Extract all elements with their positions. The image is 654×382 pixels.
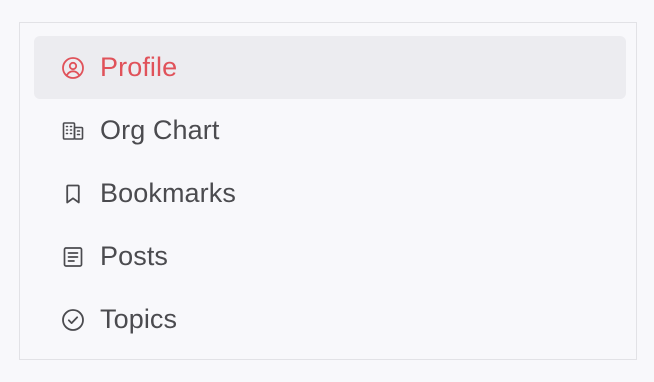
- nav-item-label: Org Chart: [100, 115, 220, 145]
- check-circle-icon: [61, 308, 85, 332]
- nav-item-label: Posts: [100, 241, 169, 271]
- bookmark-icon: [61, 182, 85, 206]
- user-circle-icon: [61, 56, 85, 80]
- nav-item-label: Profile: [100, 52, 178, 82]
- nav-panel: Profile Org Chart Bookmarks Posts Topics: [19, 22, 637, 360]
- nav-item-topics[interactable]: Topics: [34, 288, 626, 351]
- nav-item-org-chart[interactable]: Org Chart: [34, 99, 626, 162]
- nav-item-bookmarks[interactable]: Bookmarks: [34, 162, 626, 225]
- document-icon: [61, 245, 85, 269]
- building-icon: [61, 119, 85, 143]
- nav-item-label: Topics: [100, 304, 178, 334]
- nav-item-posts[interactable]: Posts: [34, 225, 626, 288]
- nav-item-profile[interactable]: Profile: [34, 36, 626, 99]
- nav-item-label: Bookmarks: [100, 178, 236, 208]
